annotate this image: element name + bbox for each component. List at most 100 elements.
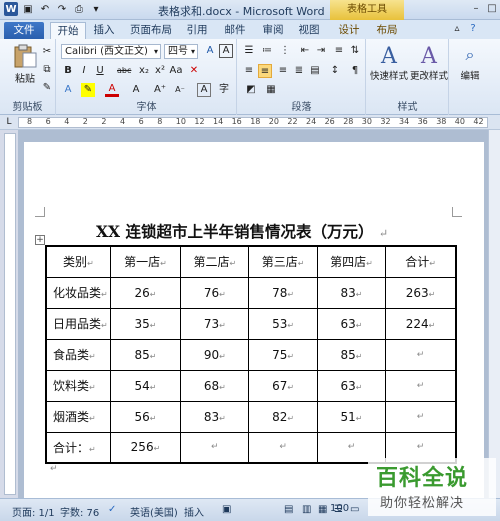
redo-icon[interactable]: ↷	[55, 2, 69, 16]
enclose-char-icon[interactable]: A	[197, 83, 211, 97]
strikethrough-icon[interactable]: abc	[117, 64, 131, 78]
table-cell[interactable]: 56↵	[109, 400, 182, 433]
vertical-ruler[interactable]	[4, 133, 16, 495]
change-case-icon[interactable]: Aa	[169, 64, 183, 78]
word-count[interactable]: 字数: 76	[60, 504, 99, 519]
full-screen-view-icon[interactable]: ▥	[302, 504, 311, 515]
highlight-icon[interactable]: ✎	[81, 83, 95, 97]
table-cell[interactable]: 256↵	[109, 431, 182, 464]
zoom-level[interactable]: 100	[330, 503, 349, 514]
tab-review[interactable]: 审阅	[260, 22, 286, 39]
table-cell[interactable]: 75↵	[248, 338, 318, 371]
table-cell[interactable]: 53↵	[248, 307, 318, 340]
italic-icon[interactable]: I	[77, 64, 91, 78]
undo-icon[interactable]: ↶	[38, 2, 52, 16]
table-cell[interactable]: 26↵	[109, 276, 182, 309]
line-spacing-icon[interactable]: ↕	[328, 64, 342, 78]
chinese-layout-icon[interactable]: ≡	[332, 44, 346, 58]
table-cell[interactable]: 85↵	[316, 338, 387, 371]
tab-mailings[interactable]: 邮件	[222, 22, 248, 39]
horizontal-ruler[interactable]: 8 6 4 2 2 4 6 8 10 12 14 16 18 20 22 24 26 28 30 32 34 36 38 40…	[18, 117, 488, 128]
table-cell[interactable]: 饮料类↵	[45, 369, 111, 402]
draft-view-icon[interactable]: ▭	[350, 504, 359, 515]
table-cell[interactable]: 68↵	[180, 369, 250, 402]
table-cell[interactable]: 263↵	[385, 276, 457, 309]
table-cell[interactable]: 烟酒类↵	[45, 400, 111, 433]
table-cell[interactable]: 76↵	[180, 276, 250, 309]
paragraph-marks-icon[interactable]: ¶	[348, 64, 362, 78]
print-layout-view-icon[interactable]: ▤	[284, 504, 293, 515]
shrink-font-icon[interactable]: A⁻	[173, 83, 187, 97]
table-header-cell[interactable]: 第二店↵	[180, 245, 250, 278]
format-painter-icon[interactable]: ✎	[40, 81, 54, 95]
justify-icon[interactable]: ≣	[292, 64, 306, 78]
sort-icon[interactable]: ⇅	[348, 44, 362, 58]
change-styles-icon[interactable]: A	[415, 43, 443, 69]
table-cell[interactable]: ↵	[248, 431, 318, 464]
table-header-cell[interactable]: 合计↵	[385, 245, 457, 278]
vertical-scrollbar[interactable]	[488, 130, 500, 498]
table-cell[interactable]: 食品类↵	[45, 338, 111, 371]
table-cell[interactable]: ↵	[180, 431, 250, 464]
superscript-icon[interactable]: x²	[153, 64, 167, 78]
table-cell[interactable]: ↵	[385, 369, 457, 402]
grow-font-icon[interactable]: A⁺	[153, 83, 167, 97]
table-header-cell[interactable]: 第四店↵	[316, 245, 387, 278]
align-left-icon[interactable]: ≡	[242, 64, 256, 78]
table-cell[interactable]: 78↵	[248, 276, 318, 309]
table-cell[interactable]: ↵	[385, 338, 457, 371]
char-shading-icon[interactable]: A	[129, 83, 143, 97]
char-border-icon[interactable]: A	[219, 44, 233, 58]
table-move-handle-icon[interactable]: +	[35, 235, 45, 245]
save-icon[interactable]: ▣	[21, 2, 35, 16]
macro-icon[interactable]: ▣	[222, 504, 231, 515]
quick-styles-label[interactable]: 快速样式	[369, 69, 409, 82]
editing-button[interactable]: 编辑	[450, 69, 490, 82]
bold-icon[interactable]: B	[61, 64, 75, 78]
borders-icon[interactable]: ▦	[264, 83, 278, 97]
table-cell[interactable]: ↵	[385, 400, 457, 433]
table-cell[interactable]: 85↵	[109, 338, 182, 371]
help-icon[interactable]: ?	[466, 22, 480, 36]
asian-layout-icon[interactable]: 字	[217, 83, 231, 97]
table-cell[interactable]: 83↵	[180, 400, 250, 433]
table-header-cell[interactable]: 第三店↵	[248, 245, 318, 278]
font-size-select[interactable]: 四号 ▾	[164, 44, 198, 59]
table-cell[interactable]: 224↵	[385, 307, 457, 340]
paste-label[interactable]: 粘贴	[10, 71, 40, 85]
tab-references[interactable]: 引用	[184, 22, 210, 39]
font-name-select[interactable]: Calibri (西文正文) ▾	[61, 44, 161, 59]
cut-icon[interactable]: ✂	[40, 45, 54, 59]
table-cell[interactable]: 83↵	[316, 276, 387, 309]
text-effect-icon[interactable]: A	[61, 83, 75, 97]
tab-design[interactable]: 设计	[336, 22, 362, 39]
sales-table[interactable]: 类别↵ 第一店↵ 第二店↵ 第三店↵ 第四店↵ 合计↵ 化妆品类↵ 26↵ 76↵ 78↵ 83↵ 2…	[45, 245, 457, 464]
table-cell[interactable]: 35↵	[109, 307, 182, 340]
table-cell[interactable]: 合计：↵	[45, 431, 111, 464]
multilevel-list-icon[interactable]: ⋮	[278, 44, 292, 58]
align-center-icon[interactable]: ≡	[258, 64, 272, 78]
paste-icon[interactable]	[12, 43, 38, 69]
proofing-icon[interactable]: ✓	[108, 504, 116, 515]
tab-page-layout[interactable]: 页面布局	[128, 22, 174, 39]
word-logo-icon[interactable]: W	[4, 2, 18, 16]
table-cell[interactable]: 54↵	[109, 369, 182, 402]
subscript-icon[interactable]: x₂	[137, 64, 151, 78]
tab-home[interactable]: 开始	[50, 22, 86, 39]
web-view-icon[interactable]: ▦	[318, 504, 327, 515]
distributed-icon[interactable]: ▤	[308, 64, 322, 78]
table-cell[interactable]: 51↵	[316, 400, 387, 433]
qat-dropdown-icon[interactable]: ▾	[89, 2, 103, 16]
table-header-cell[interactable]: 第一店↵	[109, 245, 182, 278]
table-cell[interactable]: 化妆品类↵	[45, 276, 111, 309]
print-icon[interactable]: ⎙	[72, 2, 86, 16]
table-cell[interactable]: 63↵	[316, 307, 387, 340]
copy-icon[interactable]: ⧉	[40, 63, 54, 77]
table-cell[interactable]: 63↵	[316, 369, 387, 402]
font-color-icon[interactable]: A	[105, 83, 119, 97]
tab-file[interactable]: 文件	[4, 22, 44, 39]
numbering-icon[interactable]: ≔	[260, 44, 274, 58]
binoculars-icon[interactable]: ⌕	[458, 43, 482, 67]
bullets-icon[interactable]: ☰	[242, 44, 256, 58]
align-right-icon[interactable]: ≡	[276, 64, 290, 78]
